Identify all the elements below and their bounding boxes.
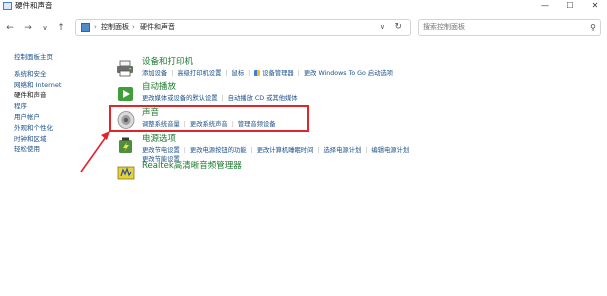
search-box[interactable]: ⚲	[418, 19, 601, 36]
search-input[interactable]	[423, 21, 583, 33]
control-panel-icon	[3, 2, 12, 10]
link-windows-to-go[interactable]: 更改 Windows To Go 启动选项	[304, 70, 393, 77]
maximize-button[interactable]: ☐	[560, 0, 580, 12]
link-change-media-defaults[interactable]: 更改媒体或设备的默认设置	[142, 95, 218, 102]
control-panel-small-icon	[81, 23, 90, 32]
link-autoplay-cd[interactable]: 自动播放 CD 或其他媒体	[228, 95, 298, 102]
back-arrow-icon[interactable]: ←	[4, 22, 16, 34]
sidebar-item-hardware-sound[interactable]: 硬件和声音	[14, 90, 94, 101]
uac-shield-icon	[254, 70, 261, 76]
sidebar-item-user-accounts[interactable]: 用户帐户	[14, 112, 94, 123]
link-device-manager[interactable]: 设备管理器	[262, 70, 293, 77]
breadcrumb-hardware-sound[interactable]: 硬件和声音	[140, 22, 175, 33]
sidebar-item-appearance[interactable]: 外观和个性化	[14, 123, 94, 134]
recent-chevron-icon[interactable]: ∨	[39, 22, 51, 34]
sidebar-item-system-security[interactable]: 系统和安全	[14, 69, 94, 80]
breadcrumb-separator: ›	[132, 23, 135, 31]
power-battery-icon	[119, 137, 132, 153]
close-button[interactable]: ✕	[585, 0, 605, 12]
sidebar-item-home[interactable]: 控制面板主页	[14, 52, 94, 63]
link-change-power-saving[interactable]: 更改节电设置	[142, 147, 180, 154]
address-dropdown-icon[interactable]: ∨	[380, 22, 385, 33]
category-title-realtek[interactable]: Realtek高清晰音频管理器	[142, 161, 242, 172]
sidebar-item-programs[interactable]: 程序	[14, 101, 94, 112]
sidebar: 控制面板主页 系统和安全 网络和 Internet 硬件和声音 程序 用户帐户 …	[14, 52, 94, 155]
up-arrow-icon[interactable]: ↑	[55, 22, 67, 34]
minimize-button[interactable]: —	[535, 0, 555, 12]
navigation-bar: ← → ∨ ↑ › 控制面板 › 硬件和声音 ∨ ↻ ⚲	[0, 17, 607, 39]
sidebar-item-clock-region[interactable]: 时钟和区域	[14, 134, 94, 145]
link-change-sleep-time[interactable]: 更改计算机睡眠时间	[257, 147, 314, 154]
printer-icon	[117, 60, 133, 77]
autoplay-links: 更改媒体或设备的默认设置 | 自动播放 CD 或其他媒体	[142, 95, 298, 102]
link-power-button-function[interactable]: 更改电源按钮的功能	[190, 147, 247, 154]
sidebar-item-network[interactable]: 网络和 Internet	[14, 80, 94, 91]
link-mouse[interactable]: 鼠标	[232, 70, 245, 77]
forward-arrow-icon[interactable]: →	[22, 22, 34, 34]
category-title-power[interactable]: 电源选项	[142, 134, 176, 145]
link-add-device[interactable]: 添加设备	[142, 70, 167, 77]
category-title-autoplay[interactable]: 自动播放	[142, 82, 176, 93]
refresh-icon[interactable]: ↻	[394, 22, 402, 33]
link-choose-power-plan[interactable]: 选择电源计划	[324, 147, 362, 154]
sound-highlight-box	[109, 105, 309, 132]
address-bar[interactable]: › 控制面板 › 硬件和声音 ∨ ↻	[75, 19, 411, 36]
link-advanced-printer-settings[interactable]: 高级打印机设置	[177, 70, 221, 77]
realtek-audio-icon	[117, 166, 135, 180]
sidebar-item-ease-of-access[interactable]: 轻松使用	[14, 144, 94, 155]
devices-links: 添加设备 | 高级打印机设置 | 鼠标 | 设备管理器 | 更改 Windows To Go 启…	[142, 70, 394, 77]
breadcrumb-control-panel[interactable]: 控制面板	[101, 22, 129, 33]
category-title-devices[interactable]: 设备和打印机	[142, 57, 193, 68]
link-edit-power-plan[interactable]: 编辑电源计划	[371, 147, 409, 154]
autoplay-icon	[118, 87, 133, 101]
window-title: 硬件和声音	[15, 1, 53, 10]
title-bar: 硬件和声音 — ☐ ✕	[0, 0, 607, 14]
search-icon[interactable]: ⚲	[590, 22, 596, 33]
breadcrumb-separator: ›	[94, 23, 97, 31]
